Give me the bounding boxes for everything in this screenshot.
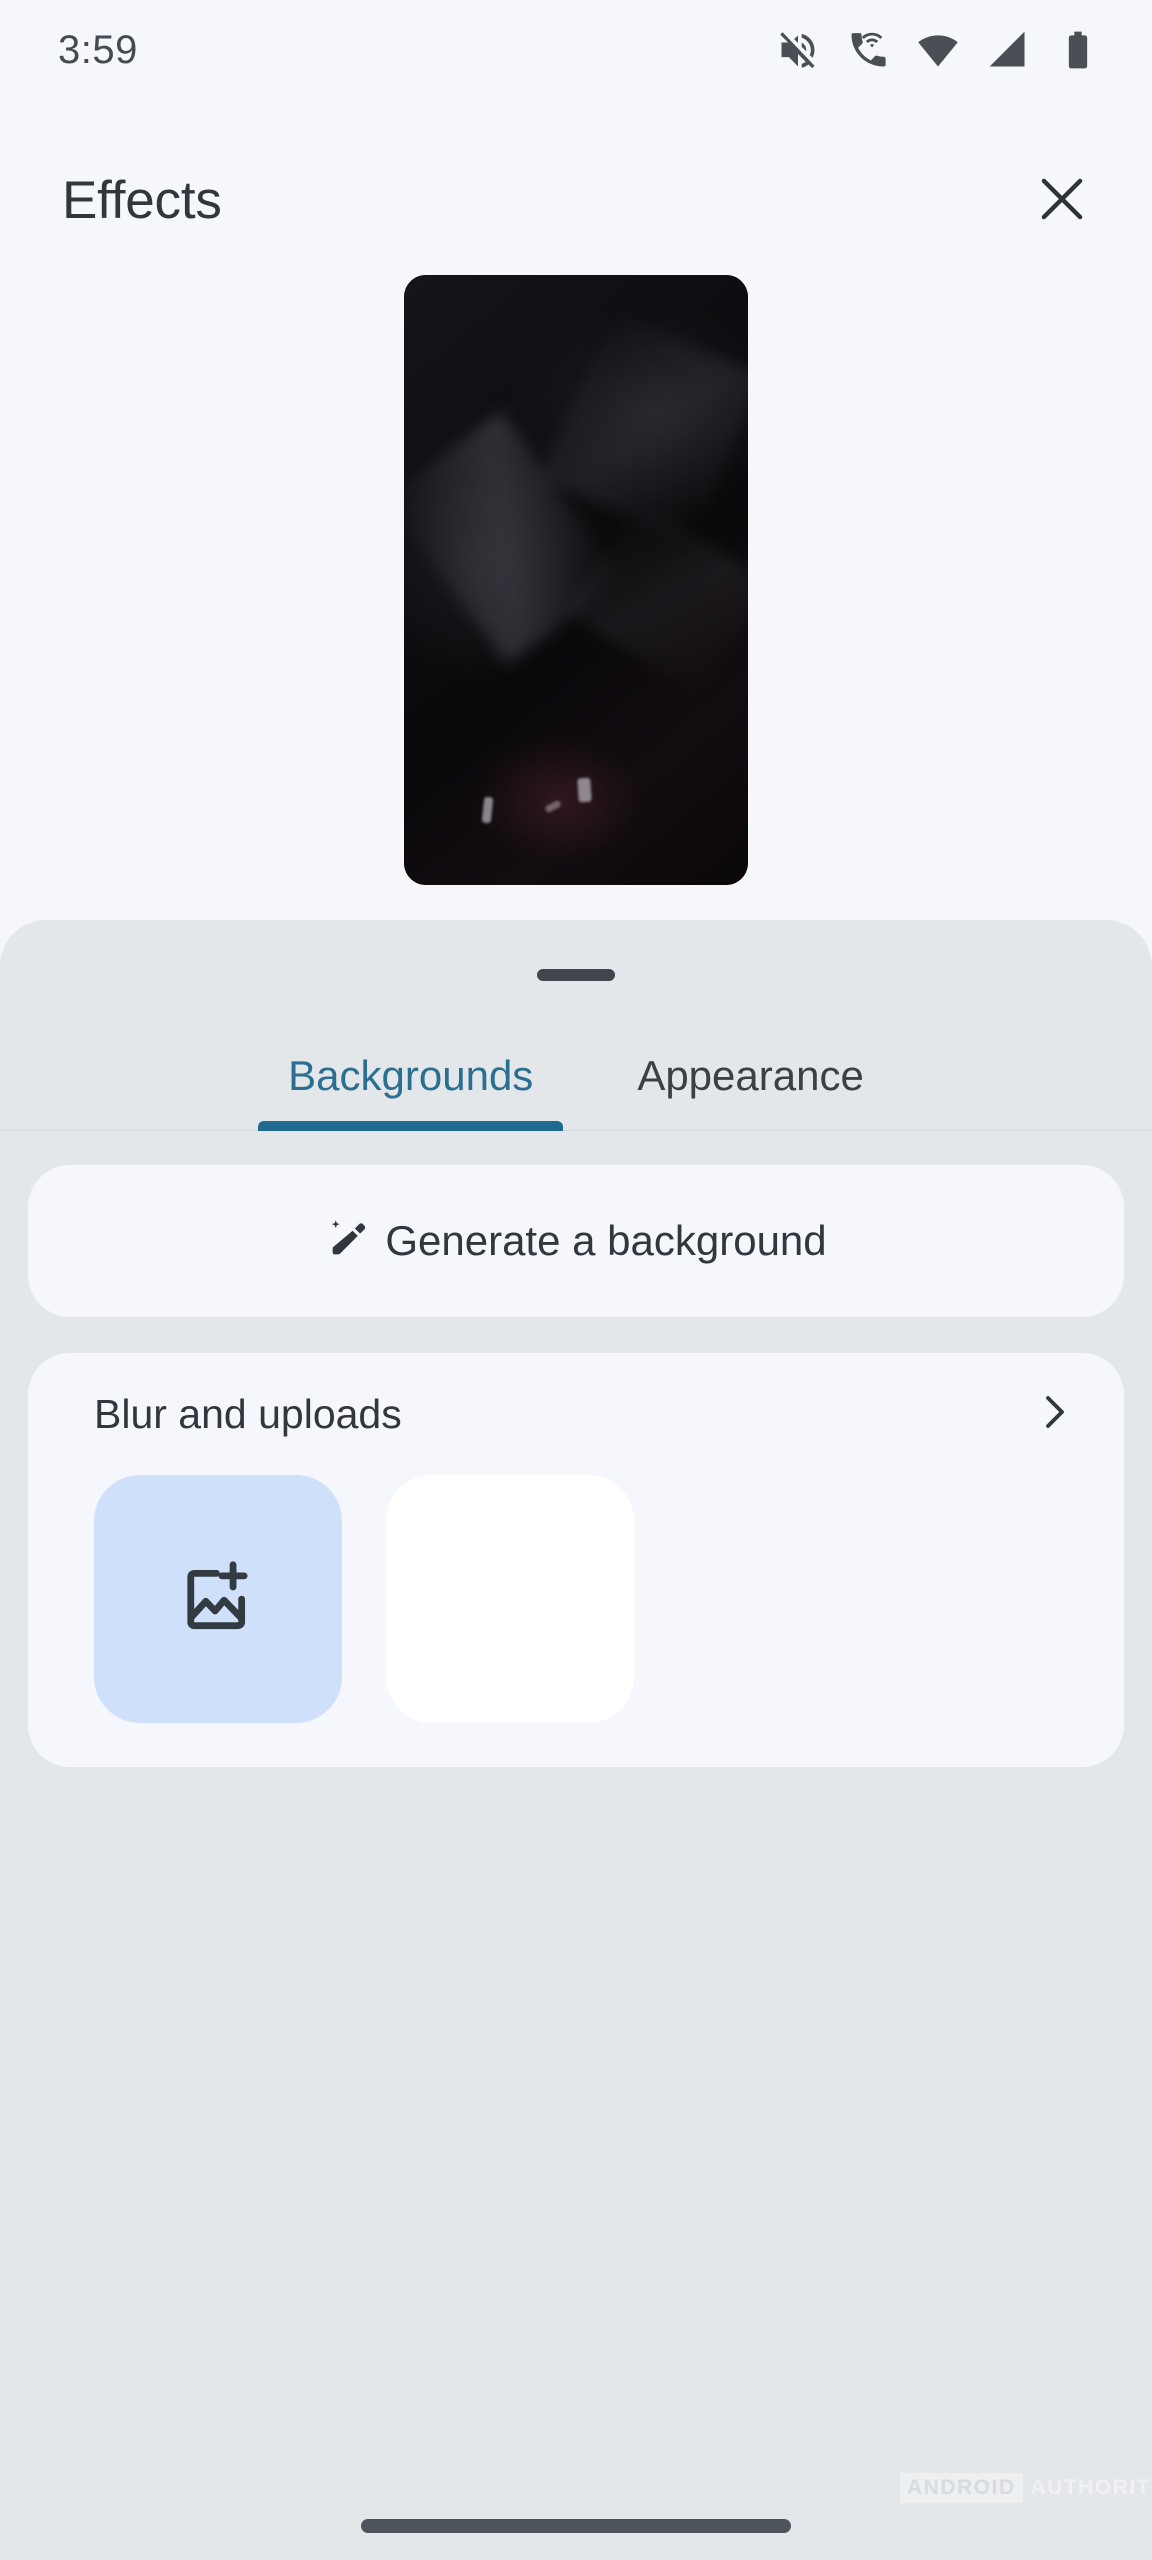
battery-icon xyxy=(1056,28,1100,72)
wifi-icon xyxy=(916,28,960,72)
effects-header: Effects xyxy=(0,140,1152,260)
self-view-video-preview[interactable] xyxy=(404,275,748,885)
phone-screen: 3:59 Effects Backgrounds Appearance Gene… xyxy=(0,0,1152,2560)
volume-off-icon xyxy=(776,28,820,72)
status-time: 3:59 xyxy=(58,27,138,72)
blur-and-uploads-header[interactable]: Blur and uploads xyxy=(28,1353,1124,1475)
home-gesture-pill[interactable] xyxy=(361,2519,791,2533)
page-title: Effects xyxy=(62,170,222,230)
add-image-tile[interactable] xyxy=(94,1475,342,1723)
effects-tabs: Backgrounds Appearance xyxy=(0,1030,1152,1131)
preview-area xyxy=(0,255,1152,1103)
background-thumbnail-row xyxy=(28,1475,1124,1723)
blur-and-uploads-card: Blur and uploads xyxy=(28,1353,1124,1767)
system-navigation-bar xyxy=(0,2492,1152,2560)
tab-backgrounds[interactable]: Backgrounds xyxy=(258,1038,564,1131)
close-button[interactable] xyxy=(1016,154,1108,246)
drag-handle[interactable] xyxy=(537,969,615,981)
close-icon xyxy=(1031,168,1093,233)
blur-none-tile[interactable] xyxy=(386,1475,634,1723)
effects-bottom-sheet: Backgrounds Appearance Generate a backgr… xyxy=(0,920,1152,2560)
generate-background-label: Generate a background xyxy=(385,1217,827,1264)
tab-appearance[interactable]: Appearance xyxy=(607,1038,894,1130)
generate-background-button[interactable]: Generate a background xyxy=(28,1165,1124,1317)
video-glint xyxy=(576,777,592,803)
chevron-right-icon[interactable] xyxy=(1030,1388,1078,1441)
wifi-calling-icon xyxy=(846,28,890,72)
status-bar: 3:59 xyxy=(0,0,1152,100)
cellular-signal-icon xyxy=(986,28,1030,72)
blur-and-uploads-title: Blur and uploads xyxy=(94,1390,402,1437)
add-photo-icon xyxy=(175,1554,261,1645)
sheet-drag-handle-area[interactable] xyxy=(0,920,1152,1030)
status-icons xyxy=(776,28,1100,72)
magic-wand-icon xyxy=(325,1216,371,1267)
